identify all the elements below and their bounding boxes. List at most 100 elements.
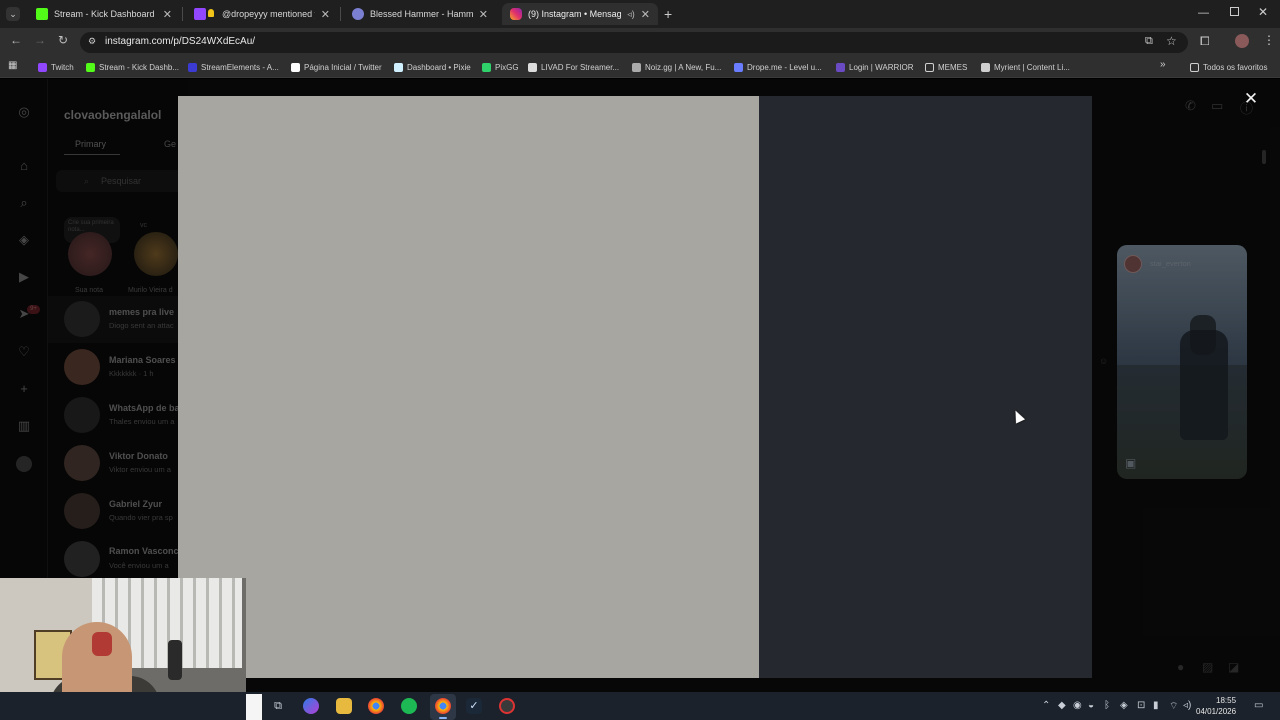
restore-button[interactable]: [1230, 7, 1239, 16]
game-icon: [352, 8, 364, 20]
bookmark-label: Página Inicial / Twitter: [304, 62, 382, 72]
steam-icon[interactable]: ✓: [466, 698, 482, 714]
close-icon[interactable]: ✕: [1242, 90, 1260, 108]
tab-instagram-messages[interactable]: (9) Instagram • Mensagens ◃) ✕: [502, 3, 658, 25]
tab-title: Stream - Kick Dashboard: [54, 9, 155, 19]
taskbar-clock[interactable]: 18:55 04/01/2026: [1196, 695, 1236, 717]
clock-date: 04/01/2026: [1196, 707, 1237, 716]
more-bookmarks-button[interactable]: »: [1160, 59, 1166, 70]
x-icon: [291, 62, 300, 72]
bookmark-item[interactable]: MEMES: [925, 61, 967, 73]
bookmark-item[interactable]: Noiz.gg | A New, Fu...: [632, 61, 721, 73]
install-app-icon[interactable]: ⧉: [1145, 35, 1153, 48]
chrome-icon[interactable]: [368, 698, 384, 714]
post-media-area[interactable]: [178, 96, 759, 678]
bookmark-label: LIVAD For Streamer...: [541, 62, 620, 72]
bookmark-label: Noiz.gg | A New, Fu...: [645, 62, 722, 72]
speaker-icon[interactable]: ◃): [627, 9, 635, 20]
drope-icon: [734, 62, 743, 72]
reload-button[interactable]: ↻: [58, 33, 68, 47]
post-details-panel: [759, 96, 1092, 678]
warrior-icon: [836, 62, 845, 72]
bookmark-label: MEMES: [938, 62, 968, 72]
notifications-icon[interactable]: ▭: [1254, 700, 1263, 711]
back-button[interactable]: ←: [10, 33, 22, 47]
menu-icon[interactable]: ⋮: [1263, 33, 1275, 47]
close-tab-icon[interactable]: ✕: [163, 8, 172, 21]
obs-icon[interactable]: [499, 698, 515, 714]
tray-wifi-icon[interactable]: ⌔: [1169, 700, 1178, 713]
clock-time: 18:55: [1216, 696, 1237, 705]
folder-icon: [1190, 62, 1199, 72]
tray-overflow-icon[interactable]: ⌃: [1042, 700, 1050, 711]
tab-search-button[interactable]: ⌄: [6, 7, 20, 21]
bookmark-star-icon[interactable]: ☆: [1166, 34, 1177, 48]
webcam-microphone: [168, 640, 182, 680]
close-tab-icon[interactable]: ✕: [479, 8, 488, 21]
tab-separator: [340, 7, 341, 21]
bookmark-label: Login | WARRIOR: [849, 62, 914, 72]
bookmark-item[interactable]: StreamElements - A...: [188, 61, 279, 73]
bookmark-label: Stream - Kick Dashb...: [99, 62, 180, 72]
close-tab-icon[interactable]: ✕: [321, 8, 330, 21]
bookmark-label: Drope.me - Level u...: [747, 62, 822, 72]
kick-icon: [86, 62, 95, 72]
folder-icon: [925, 62, 934, 72]
all-bookmarks-button[interactable]: Todos os favoritos: [1190, 61, 1267, 73]
streamelements-icon: [188, 62, 197, 72]
copilot-icon[interactable]: [303, 698, 319, 714]
bookmark-label: PixGG: [495, 62, 519, 72]
tab-title: @dropeyyy mentioned you: [222, 9, 315, 19]
tray-bluetooth-icon[interactable]: ᛒ: [1104, 700, 1110, 711]
chrome-active-icon[interactable]: [435, 698, 451, 714]
close-tab-icon[interactable]: ✕: [641, 8, 650, 21]
tray-network-icon[interactable]: ⊡: [1137, 700, 1145, 711]
tray-steam-icon[interactable]: ◆: [1058, 700, 1066, 711]
tray-volume-icon[interactable]: ◃): [1183, 700, 1191, 711]
tab-kick-dashboard[interactable]: Stream - Kick Dashboard ✕: [28, 3, 180, 25]
bookmark-item[interactable]: Twitch: [38, 61, 74, 73]
new-tab-button[interactable]: +: [664, 6, 672, 22]
myrient-icon: [981, 62, 990, 72]
tab-title: Blessed Hammer - Hammerkun: [370, 9, 473, 19]
bookmark-item[interactable]: Stream - Kick Dashb...: [86, 61, 179, 73]
livad-icon: [528, 62, 537, 72]
site-info-icon[interactable]: ⚙: [88, 36, 96, 47]
twitch-icon: [38, 62, 47, 72]
bookmark-label: StreamElements - A...: [201, 62, 279, 72]
bell-icon: [208, 9, 214, 17]
bookmark-item[interactable]: Login | WARRIOR: [836, 61, 913, 73]
taskbar-search-box[interactable]: [246, 694, 262, 720]
bookmark-item[interactable]: PixGG: [482, 61, 519, 73]
profile-avatar[interactable]: [1235, 34, 1249, 48]
minimize-button[interactable]: —: [1198, 7, 1209, 19]
file-explorer-icon[interactable]: [336, 698, 352, 714]
tab-title: (9) Instagram • Mensagens: [528, 9, 622, 19]
bookmark-label: Twitch: [51, 62, 74, 72]
forward-button[interactable]: →: [34, 33, 46, 47]
pixgg-icon: [482, 62, 491, 72]
twitch-icon: [194, 8, 206, 20]
tab-separator: [182, 7, 183, 21]
apps-grid-icon[interactable]: ▦: [8, 60, 17, 71]
bookmark-item[interactable]: Drope.me - Level u...: [734, 61, 822, 73]
bookmark-item[interactable]: LIVAD For Streamer...: [528, 61, 619, 73]
webcam-headphones: [92, 632, 112, 656]
tray-app-icon[interactable]: ◒: [1088, 700, 1094, 711]
tray-mic-icon[interactable]: ▮: [1153, 700, 1159, 711]
bookmark-item[interactable]: Página Inicial / Twitter: [291, 61, 382, 73]
extensions-icon[interactable]: ⧠: [1200, 34, 1210, 49]
tray-discord-icon[interactable]: ◉: [1073, 700, 1082, 711]
bookmark-item[interactable]: Dashboard • Pixie: [394, 61, 471, 73]
bookmark-item[interactable]: Myrient | Content Li...: [981, 61, 1070, 73]
spotify-icon[interactable]: [401, 698, 417, 714]
tab-blessed-hammer[interactable]: Blessed Hammer - Hammerkun ✕: [344, 3, 496, 25]
tray-security-icon[interactable]: ◈: [1120, 700, 1128, 711]
tab-twitch-mention[interactable]: @dropeyyy mentioned you ✕: [186, 3, 338, 25]
all-bookmarks-label: Todos os favoritos: [1203, 62, 1268, 72]
close-window-button[interactable]: ✕: [1258, 5, 1268, 19]
instagram-icon: [510, 8, 522, 20]
task-view-icon[interactable]: ⧉: [270, 698, 286, 714]
running-indicator: [439, 717, 447, 719]
url-text[interactable]: instagram.com/p/DS24WXdEcAu/: [105, 36, 255, 47]
